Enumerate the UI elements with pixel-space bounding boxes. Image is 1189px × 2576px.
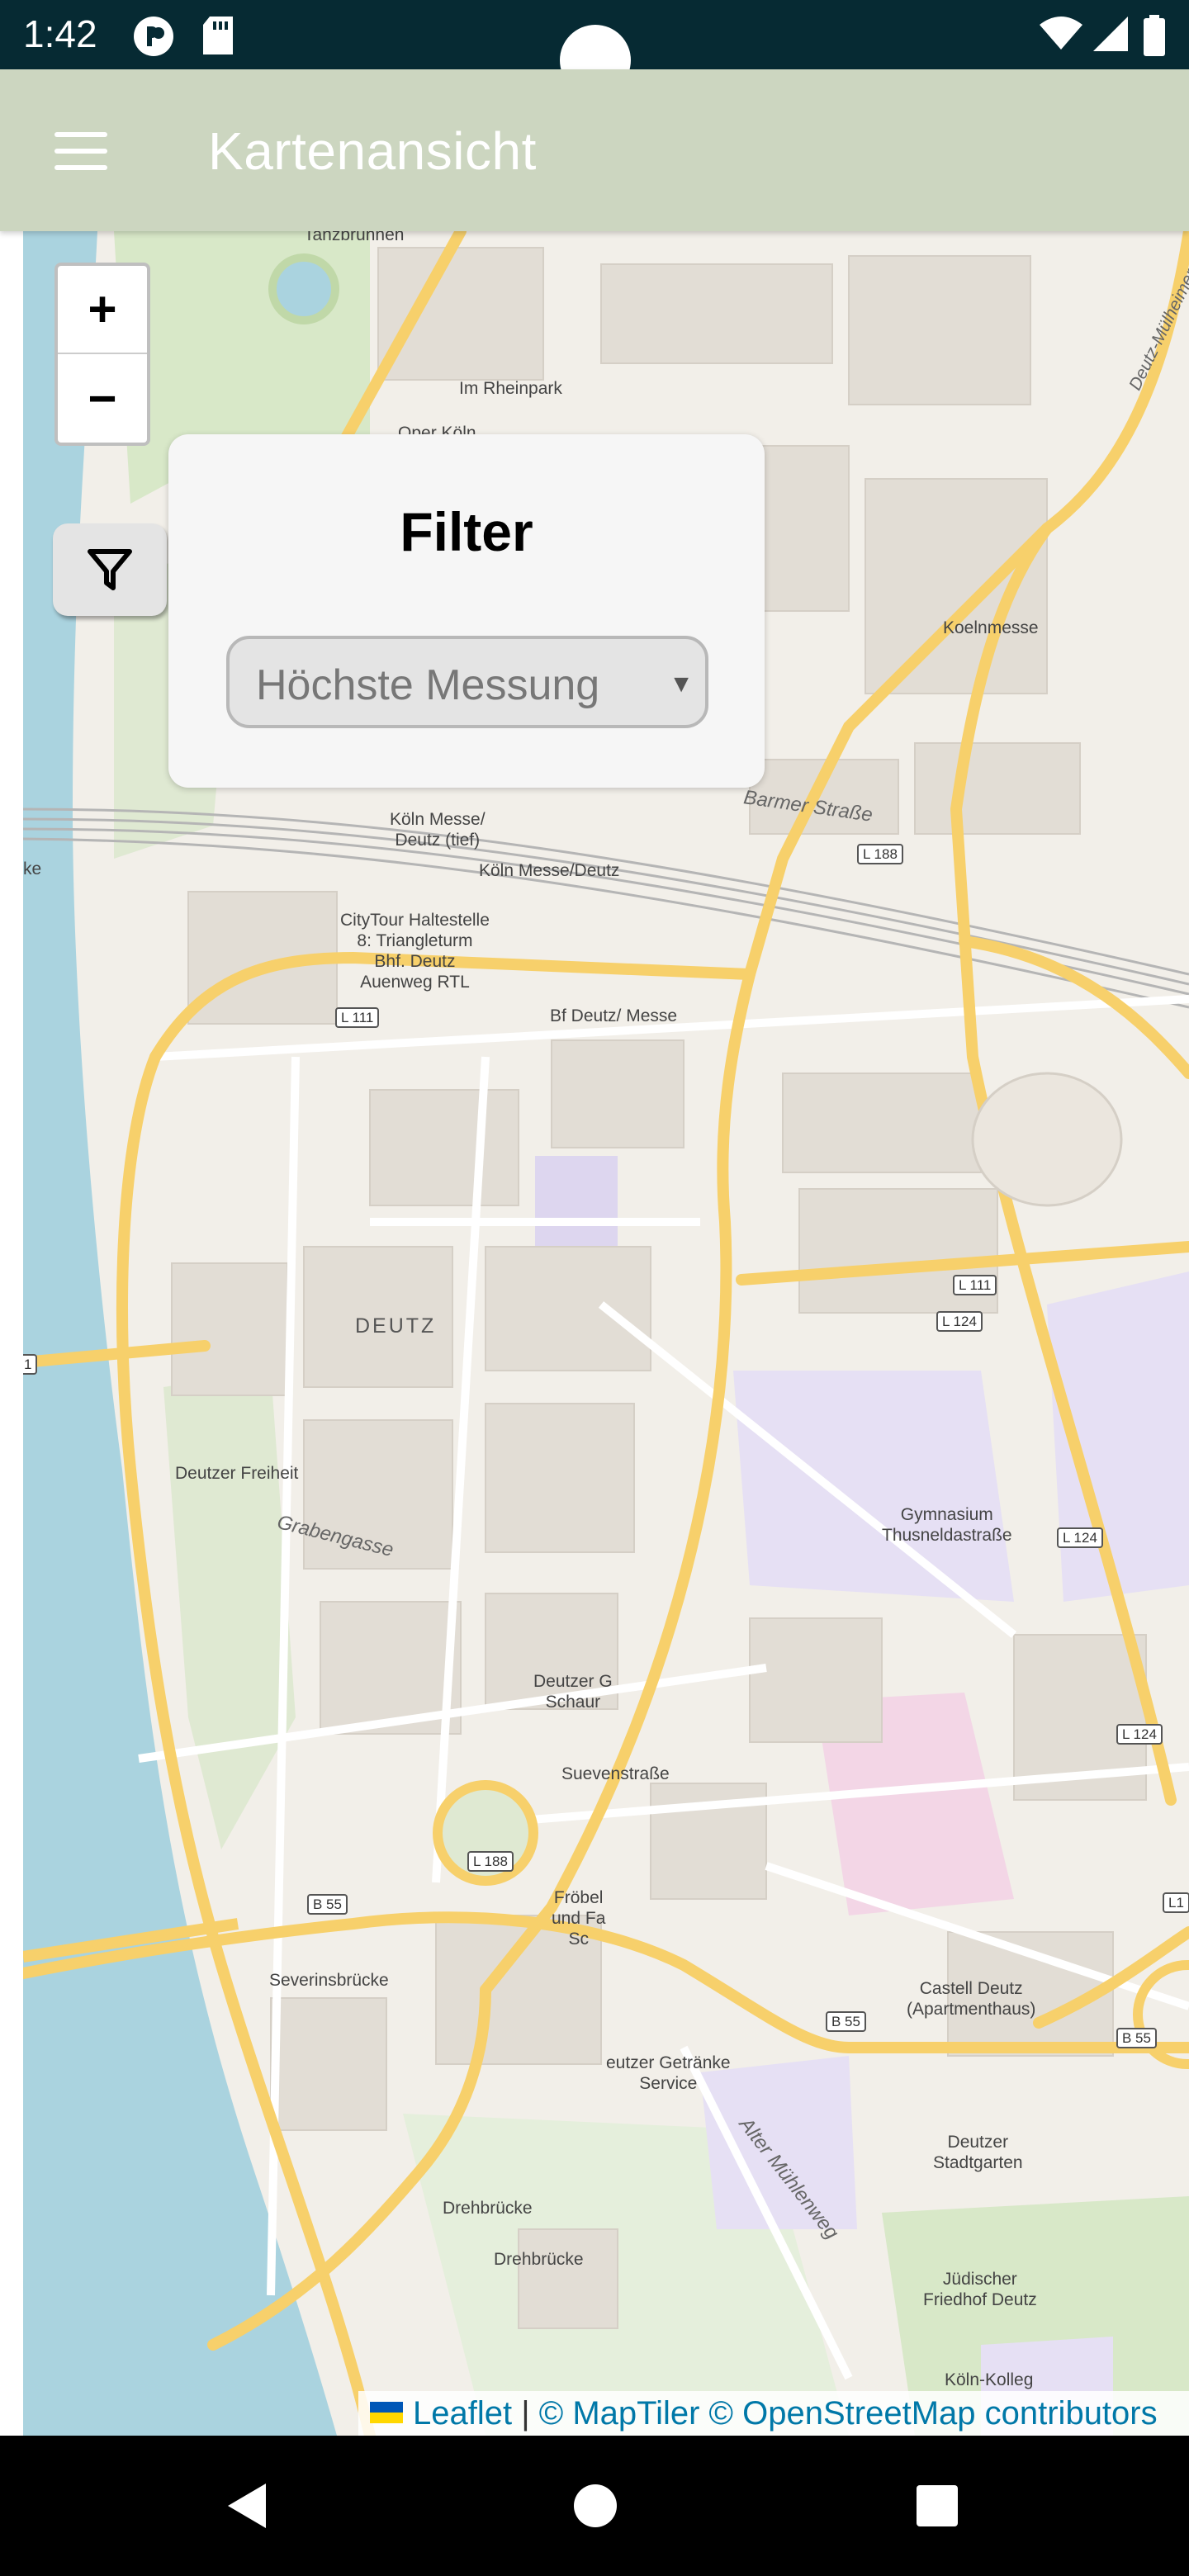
zoom-control: + − bbox=[54, 263, 150, 446]
map-label-koelnmesse: Koelnmesse bbox=[943, 618, 1039, 637]
map-label-deutzer-freiheit: Deutzer Freiheit bbox=[175, 1464, 299, 1483]
page-title: Kartenansicht bbox=[208, 121, 537, 181]
maptiler-link[interactable]: © MapTiler bbox=[539, 2395, 700, 2432]
map-label-froebel: Fröbel und Fa Sc bbox=[552, 1888, 606, 1949]
filter-panel: Filter Höchste Messung ▼ bbox=[168, 434, 765, 788]
wifi-icon bbox=[1040, 17, 1082, 50]
ukraine-flag-icon bbox=[370, 2402, 403, 2424]
media-icon bbox=[134, 17, 173, 56]
road-shield: L 111 bbox=[953, 1275, 997, 1295]
road-shield: L 188 bbox=[467, 1851, 514, 1872]
map-label-suevenstrasse: Suevenstraße bbox=[561, 1764, 670, 1783]
map-label-tanzbrunnen: Tanzbrunnen bbox=[304, 231, 405, 244]
map-label-koeln-messe-deutz: Köln Messe/Deutz bbox=[479, 861, 620, 880]
road-shield: L 188 bbox=[857, 844, 903, 864]
road-shield: B 55 bbox=[826, 2011, 866, 2032]
road-shield: L1 bbox=[1163, 1892, 1189, 1913]
map-label-severinsbruecke: Severinsbrücke bbox=[269, 1971, 389, 1990]
map-label-drehbruecke-2: Drehbrücke bbox=[494, 2250, 584, 2269]
road-shield: B 55 bbox=[1116, 2028, 1157, 2048]
osm-link[interactable]: © OpenStreetMap contributors bbox=[709, 2395, 1158, 2432]
hamburger-menu-icon[interactable] bbox=[41, 119, 107, 185]
signal-icon bbox=[1093, 17, 1128, 51]
app-bar: Kartenansicht bbox=[0, 69, 1189, 231]
map-label-juedischer-friedhof: Jüdischer Friedhof Deutz bbox=[923, 2270, 1037, 2309]
road-shield: L 124 bbox=[1057, 1527, 1103, 1548]
back-triangle-icon[interactable] bbox=[220, 2477, 277, 2535]
filter-toggle-button[interactable] bbox=[53, 523, 167, 616]
map-label-citytour: CityTour Haltestelle 8: Triangleturm Bhf… bbox=[340, 911, 490, 992]
map-label-bf-deutz-messe: Bf Deutz/ Messe bbox=[550, 1006, 678, 1025]
map-label-ke: ke bbox=[23, 859, 42, 878]
map-label-gymnasium: Gymnasium Thusneldastraße bbox=[882, 1505, 1012, 1545]
road-shield: L 124 bbox=[1116, 1724, 1163, 1745]
filter-select-value: Höchste Messung bbox=[256, 661, 600, 709]
chevron-down-icon: ▼ bbox=[669, 670, 694, 698]
road-shield: L 124 bbox=[936, 1311, 983, 1332]
zoom-in-button[interactable]: + bbox=[58, 266, 147, 354]
map-label-getraenke: eutzer Getränke Service bbox=[606, 2053, 731, 2093]
filter-title: Filter bbox=[400, 501, 533, 562]
leaflet-link[interactable]: Leaflet bbox=[413, 2395, 512, 2432]
map-label-deutzer-stadtgarten: Deutzer Stadtgarten bbox=[933, 2133, 1023, 2172]
map-label-deutz: DEUTZ bbox=[355, 1314, 437, 1338]
recents-square-icon[interactable] bbox=[908, 2477, 966, 2535]
navigation-bar bbox=[0, 2436, 1189, 2576]
home-circle-icon[interactable] bbox=[566, 2477, 624, 2535]
filter-select[interactable]: Höchste Messung ▼ bbox=[226, 636, 708, 728]
road-shield: L 111 bbox=[335, 1007, 380, 1028]
map-label-castell-deutz: Castell Deutz (Apartmenthaus) bbox=[907, 1979, 1036, 2019]
road-shield: 1 bbox=[23, 1354, 38, 1375]
road-shield: B 55 bbox=[307, 1894, 348, 1915]
attribution-separator: | bbox=[512, 2395, 539, 2432]
map-label-im-rheinpark: Im Rheinpark bbox=[459, 379, 562, 398]
map-attribution: Leaflet | © MapTiler © OpenStreetMap con… bbox=[358, 2391, 1189, 2436]
map-label-koeln-messe-deutz-tief: Köln Messe/ Deutz (tief) bbox=[390, 810, 486, 850]
map-label-koeln-kolleg: Köln-Kolleg bbox=[945, 2370, 1034, 2389]
map-label-drehbruecke-1: Drehbrücke bbox=[443, 2199, 533, 2218]
filter-funnel-icon bbox=[88, 549, 132, 590]
battery-icon bbox=[1144, 15, 1165, 56]
status-time: 1:42 bbox=[23, 12, 97, 55]
sd-card-icon bbox=[203, 17, 233, 54]
map-label-deutzer-g: Deutzer G Schaur bbox=[533, 1672, 613, 1712]
zoom-out-button[interactable]: − bbox=[58, 354, 147, 443]
